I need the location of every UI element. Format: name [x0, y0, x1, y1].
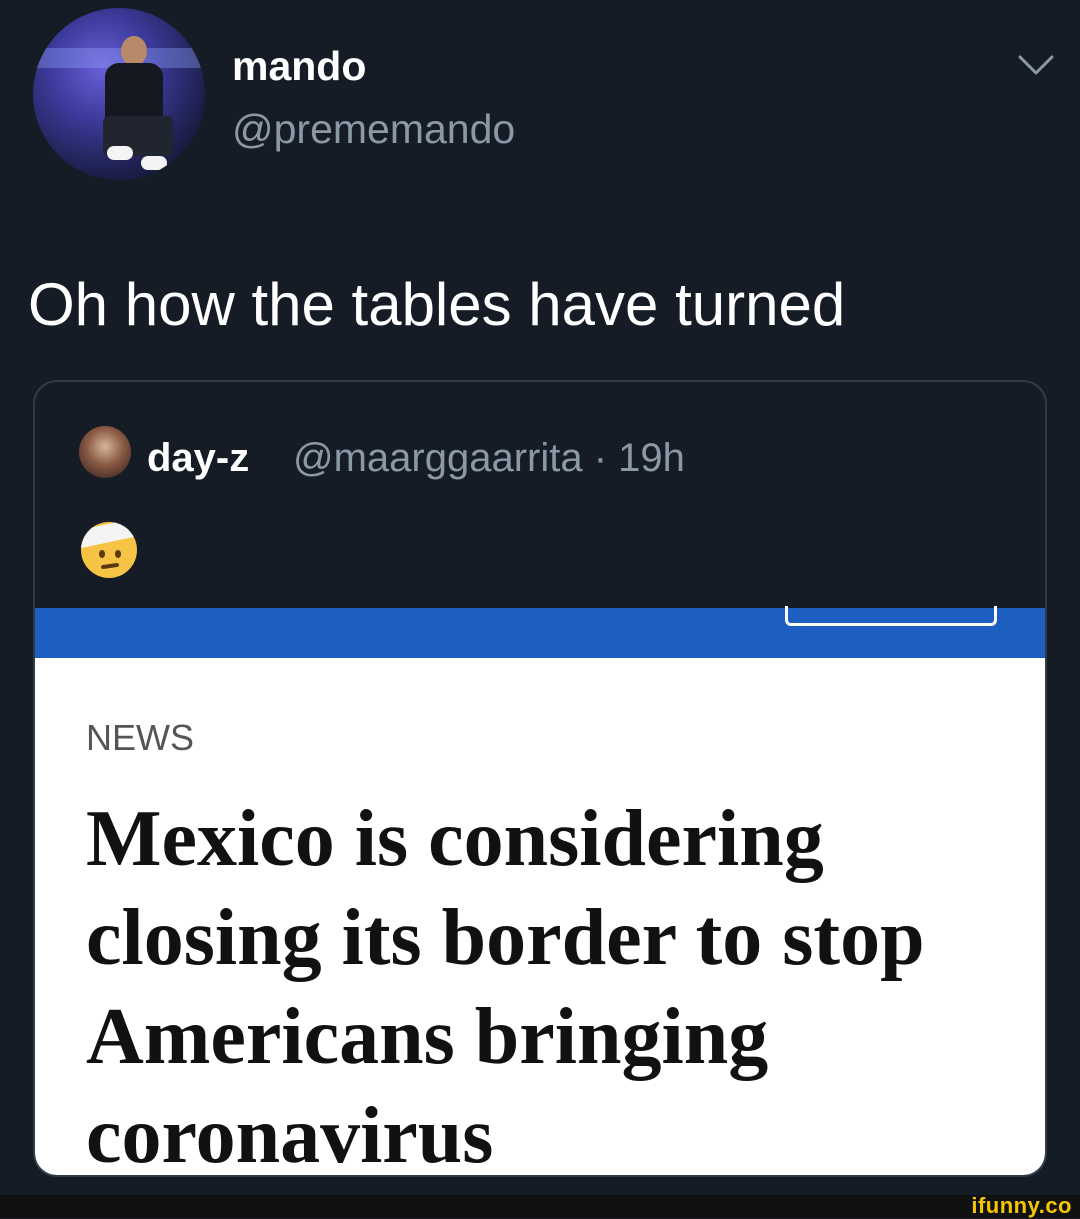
quoted-author-avatar[interactable] [79, 426, 131, 478]
avatar-person-head [121, 36, 147, 66]
author-avatar[interactable] [33, 8, 205, 180]
quoted-author-handle-time: @maarggaarrita · 19h [293, 436, 685, 480]
tweet-text: Oh how the tables have turned [28, 271, 846, 338]
ifunny-watermark: ifunny.co [971, 1193, 1072, 1218]
quoted-tweet-card[interactable]: day-z @maarggaarrita · 19h NEWS Mexico i… [33, 380, 1047, 1177]
quoted-author-display-name[interactable]: day-z [147, 434, 249, 482]
avatar-person-body [105, 63, 163, 123]
face-with-head-bandage-icon [81, 522, 137, 578]
article-headline: Mexico is considering closing its border… [86, 795, 925, 1177]
watermark-strip: ifunny.co [0, 1193, 1080, 1218]
article-header-bar [35, 606, 1045, 658]
article-section-label: NEWS [86, 717, 194, 758]
avatar-shoe [141, 156, 167, 170]
author-display-name[interactable]: mando [232, 40, 366, 92]
author-handle[interactable]: @prememando [232, 103, 515, 155]
article-header-button[interactable] [785, 606, 997, 626]
chevron-down-icon[interactable] [1017, 52, 1055, 78]
article-screenshot: NEWS Mexico is considering closing its b… [35, 658, 1045, 1177]
avatar-shoe [107, 146, 133, 160]
